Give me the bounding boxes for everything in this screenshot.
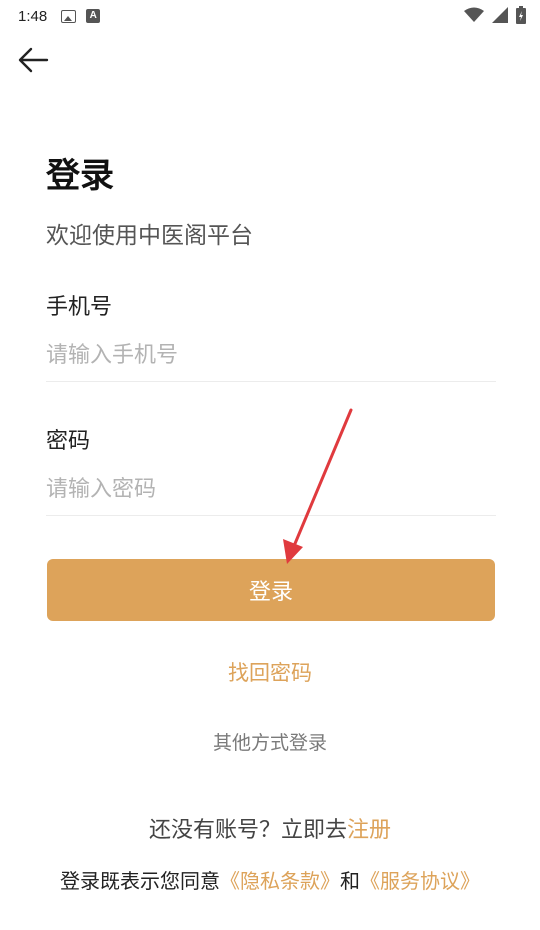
password-input[interactable] [46, 465, 496, 513]
agreement-row: 登录既表示您同意《隐私条款》和《服务协议》 [0, 865, 540, 894]
register-link[interactable]: 注册 [347, 818, 391, 843]
wifi-icon [464, 7, 484, 22]
arrow-left-icon [18, 47, 49, 73]
register-row: 还没有账号？立即去注册 [0, 812, 540, 844]
login-button[interactable]: 登录 [47, 559, 495, 621]
back-button[interactable] [14, 44, 52, 78]
signal-icon [492, 7, 508, 23]
phone-input[interactable] [46, 331, 496, 379]
privacy-link[interactable]: 《隐私条款》 [220, 869, 340, 893]
status-right-icons [464, 6, 526, 24]
other-login-link[interactable]: 其他方式登录 [0, 728, 540, 755]
phone-label: 手机号 [46, 295, 113, 320]
status-time: 1:48 [18, 7, 48, 25]
service-link[interactable]: 《服务协议》 [360, 869, 480, 893]
status-left-icons: A [61, 9, 101, 23]
battery-icon [516, 6, 526, 24]
agreement-prefix: 登录既表示您同意 [60, 869, 220, 893]
image-icon [61, 9, 77, 23]
a-icon: A [86, 9, 101, 23]
agreement-and: 和 [340, 869, 360, 893]
status-bar: 1:48 A [0, 0, 540, 32]
register-prompt: 还没有账号？立即去 [148, 818, 347, 843]
password-divider [46, 515, 496, 516]
find-password-link[interactable]: 找回密码 [0, 657, 540, 687]
phone-divider [46, 381, 496, 382]
password-label: 密码 [46, 429, 91, 454]
page-subtitle: 欢迎使用中医阁平台 [46, 223, 253, 249]
page-title: 登录 [46, 156, 114, 196]
